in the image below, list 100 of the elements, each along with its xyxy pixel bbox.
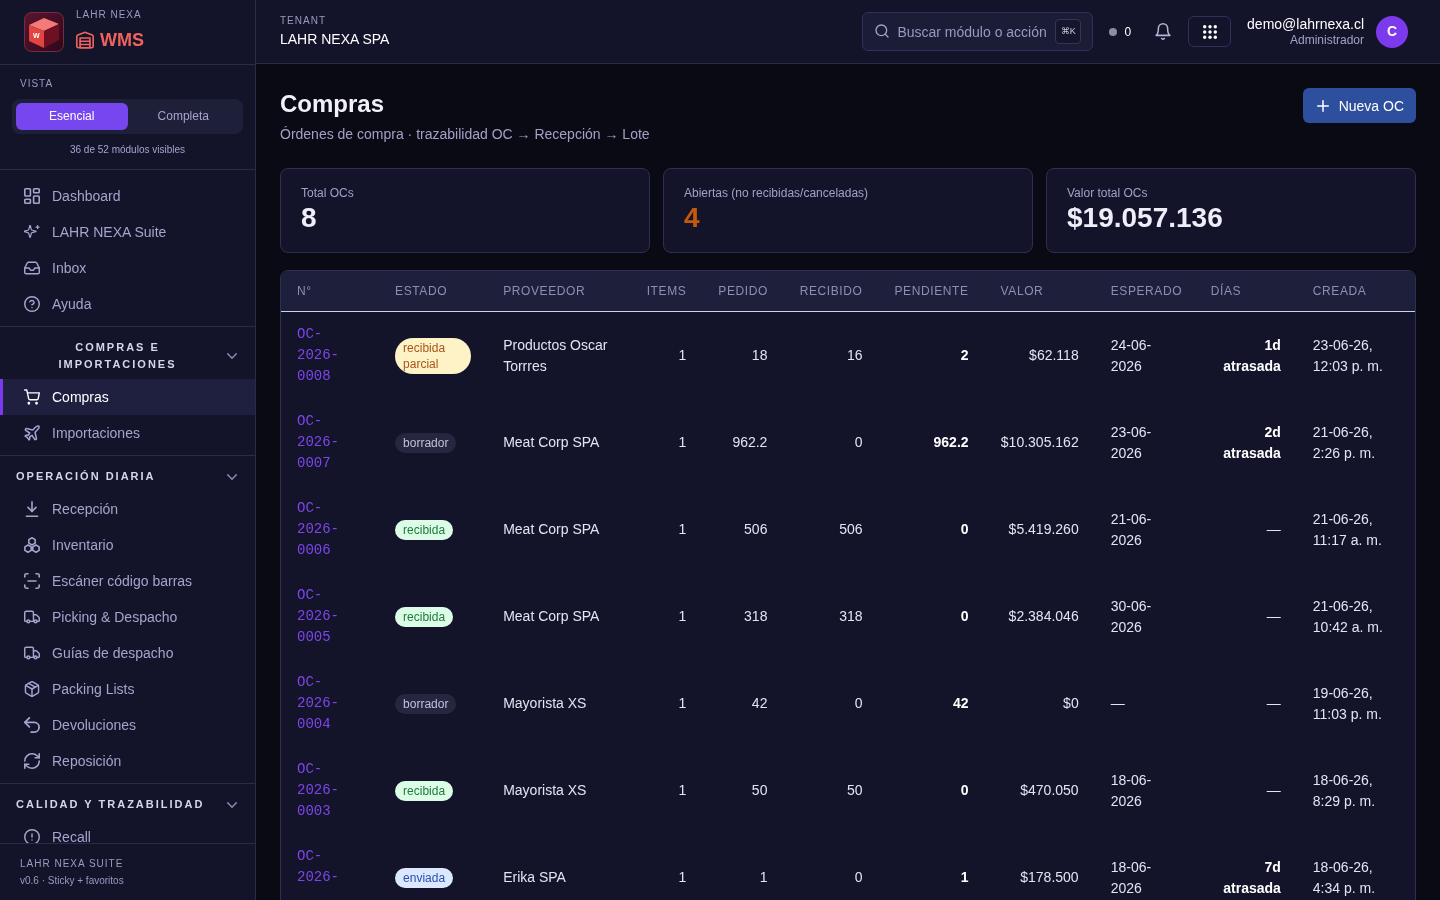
- section-header[interactable]: COMPRAS E IMPORTACIONES: [0, 327, 255, 379]
- table-cell: 2d atrasada: [1194, 399, 1297, 486]
- status-count: 0: [1124, 23, 1132, 41]
- sidebar-item[interactable]: Guías de despacho: [0, 635, 255, 671]
- footer-title: LAHR NEXA SUITE: [20, 858, 125, 870]
- column-header: PENDIENTE: [878, 271, 985, 312]
- table-cell: 24-06-2026: [1094, 311, 1195, 399]
- table-cell: —: [1194, 573, 1297, 660]
- product-name: WMS: [100, 29, 144, 51]
- sidebar-item[interactable]: Reposición: [0, 743, 255, 779]
- truck-icon: [24, 645, 40, 661]
- version-text: v0.6 · Sticky + favoritos: [20, 875, 125, 887]
- column-header: PEDIDO: [702, 271, 784, 312]
- table-cell: 7d atrasada: [1194, 834, 1297, 900]
- table-cell: 19-06-26, 11:03 p. m.: [1296, 660, 1415, 747]
- stat-label: Total OCs: [301, 185, 355, 201]
- page-subtitle: Órdenes de compra · trazabilidad OC → Recepción → Lote: [280, 125, 650, 144]
- view-option-tab[interactable]: Completa: [127, 103, 239, 130]
- undo-arrow-icon: [24, 717, 40, 733]
- table-cell: 318: [702, 573, 784, 660]
- sidebar-item[interactable]: Recall: [0, 819, 255, 843]
- table-cell: 506: [702, 486, 784, 573]
- sidebar-item[interactable]: Inbox: [0, 250, 255, 286]
- brand-overline: LAHR NEXA: [76, 9, 143, 21]
- view-option-tab[interactable]: Esencial: [16, 103, 128, 130]
- column-header: RECIBIDO: [783, 271, 879, 312]
- column-header: N°: [281, 271, 380, 312]
- sidebar-item[interactable]: Compras: [0, 379, 255, 415]
- table-cell: 50: [783, 747, 879, 834]
- package-icon: [24, 681, 40, 697]
- sidebar-item[interactable]: Picking & Despacho: [0, 599, 255, 635]
- sidebar-item[interactable]: Inventario: [0, 527, 255, 563]
- tenant-name: LAHR NEXA SPA: [280, 30, 390, 48]
- table-cell: 1: [702, 834, 784, 900]
- status-badge: borrador: [395, 694, 457, 714]
- table-cell: 1: [630, 399, 703, 486]
- sidebar-item[interactable]: Devoluciones: [0, 707, 255, 743]
- column-header: VALOR: [984, 271, 1095, 312]
- sidebar-item[interactable]: Recepción: [0, 491, 255, 527]
- sidebar-item[interactable]: Ayuda: [0, 286, 255, 322]
- plane-icon: [24, 425, 40, 441]
- status-badge: recibida: [395, 781, 454, 801]
- table-cell: 1: [630, 747, 703, 834]
- table-cell: Meat Corp SPA: [487, 573, 631, 660]
- question-circle-icon: [24, 296, 40, 312]
- table-cell: 0: [878, 573, 985, 660]
- table-cell: 1: [630, 573, 703, 660]
- refresh-icon: [24, 753, 40, 769]
- table-cell: $178.500: [984, 834, 1095, 900]
- tenant-label: TENANT: [280, 15, 327, 27]
- table-cell: 42: [878, 660, 985, 747]
- table-cell: 1d atrasada: [1194, 311, 1297, 399]
- status-badge: recibida: [395, 607, 454, 627]
- table-cell: —: [1194, 747, 1297, 834]
- plus-icon: [1316, 99, 1329, 112]
- section-header[interactable]: CALIDAD Y TRAZABILIDAD: [0, 784, 255, 819]
- section-label: VISTA: [19, 78, 55, 90]
- table-cell: 0: [783, 834, 879, 900]
- table-cell: 21-06-26, 11:17 a. m.: [1296, 486, 1415, 573]
- table-cell: Productos Oscar Torrres: [487, 311, 631, 399]
- status-dot-icon: [1109, 27, 1118, 36]
- column-header: PROVEEDOR: [487, 271, 631, 312]
- table-cell: 18-06-26, 8:29 p. m.: [1296, 747, 1415, 834]
- table-cell: $0: [984, 660, 1095, 747]
- download-icon: [24, 501, 40, 517]
- table-cell: 506: [783, 486, 879, 573]
- status-badge: recibida parcial: [395, 337, 472, 374]
- bell-icon[interactable]: [1155, 23, 1172, 40]
- status-badge: recibida: [395, 520, 454, 540]
- column-header: CREADA: [1296, 271, 1415, 312]
- table-cell: 1: [630, 834, 703, 900]
- user-avatar[interactable]: C: [1376, 15, 1408, 48]
- table-cell: 0: [878, 747, 985, 834]
- shortcut-key: ⌘K: [1055, 19, 1082, 44]
- table-cell: —: [1194, 660, 1297, 747]
- table-cell: —: [1194, 486, 1297, 573]
- sidebar-item[interactable]: LAHR NEXA Suite: [0, 214, 255, 250]
- table-cell: 1: [630, 486, 703, 573]
- table-cell: $470.050: [984, 747, 1095, 834]
- table-cell: 42: [702, 660, 784, 747]
- sidebar-item[interactable]: Escáner código barras: [0, 563, 255, 599]
- column-header: ITEMS: [630, 271, 703, 312]
- grid-dots-icon: [1202, 24, 1217, 39]
- warehouse-icon: [76, 31, 94, 49]
- table-cell: 962.2: [878, 399, 985, 486]
- sidebar-item[interactable]: Importaciones: [0, 415, 255, 451]
- scan-frame-icon: [24, 573, 40, 589]
- table-cell: 318: [783, 573, 879, 660]
- section-header[interactable]: OPERACIÓN DIARIA: [0, 456, 255, 491]
- cart-icon: [24, 389, 40, 405]
- sidebar-item[interactable]: Dashboard: [0, 178, 255, 214]
- sidebar-item[interactable]: Packing Lists: [0, 671, 255, 707]
- table-cell: Mayorista XS: [487, 747, 631, 834]
- new-order-button[interactable]: Nueva OC: [1302, 88, 1416, 123]
- column-header: DÍAS: [1194, 271, 1297, 312]
- column-header: ESTADO: [379, 271, 488, 312]
- module-count-text: 36 de 52 módulos visibles: [68, 144, 187, 156]
- table-cell: 0: [783, 399, 879, 486]
- apps-button[interactable]: [1188, 16, 1232, 47]
- stat-label: Abiertas (no recibidas/canceladas): [684, 185, 870, 201]
